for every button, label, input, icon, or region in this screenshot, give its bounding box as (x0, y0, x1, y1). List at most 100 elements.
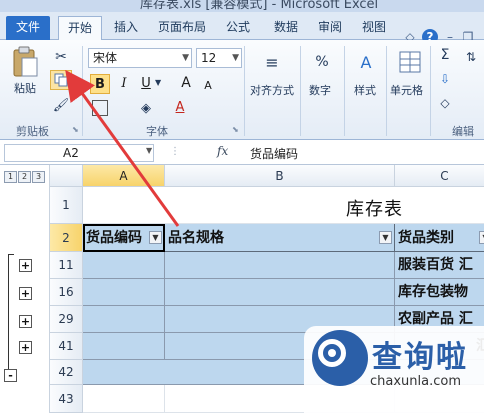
outline-bracket (8, 254, 14, 255)
editing-group-label: 编辑 (452, 125, 474, 138)
header-text: 品名规格 (168, 229, 224, 246)
tab-view[interactable]: 视图 (356, 16, 392, 40)
header-cell-product-name[interactable]: 品名规格 ▼ (165, 224, 395, 252)
table-cell[interactable] (165, 252, 395, 279)
row-header[interactable]: 11 (50, 252, 83, 279)
row-header[interactable]: 29 (50, 306, 83, 333)
table-cell[interactable] (83, 306, 165, 333)
chevron-down-icon[interactable]: ▼ (155, 78, 161, 87)
font-name-select[interactable]: 宋体 ▼ (88, 48, 192, 68)
font-color-button[interactable]: A (170, 98, 190, 118)
tab-formulas[interactable]: 公式 (220, 16, 256, 40)
paste-icon[interactable] (10, 46, 40, 78)
group-divider (344, 46, 345, 136)
watermark-url: chaxunla.com (370, 374, 461, 389)
copy-icon[interactable] (50, 70, 72, 90)
cells-label[interactable]: 单元格 (390, 82, 423, 98)
table-cell[interactable] (83, 385, 165, 413)
watermark-logo: 查询啦 chaxunla.com (304, 326, 484, 413)
header-cell-product-code[interactable]: 货品编码 ▼ (83, 224, 165, 252)
table-cell[interactable]: 库存包装物 (395, 279, 484, 306)
group-divider (82, 46, 83, 136)
outline-level-2-button[interactable]: 2 (18, 171, 31, 183)
tab-page-layout[interactable]: 页面布局 (150, 16, 214, 40)
format-painter-icon[interactable]: 🖌 (52, 96, 70, 114)
filter-dropdown-icon[interactable]: ▼ (149, 230, 162, 244)
paste-label[interactable]: 粘贴 (14, 80, 36, 96)
fill-down-icon[interactable]: ⇩ (436, 70, 454, 88)
styles-icon[interactable]: A (352, 48, 380, 76)
expand-group-button[interactable]: + (19, 287, 32, 300)
ribbon-tabs: 文件 开始 插入 页面布局 公式 数据 审阅 视图 ◇ ? – ❐ (0, 12, 484, 45)
shrink-font-button[interactable]: A (198, 76, 218, 96)
grow-font-button[interactable]: A (176, 74, 196, 94)
expand-group-button[interactable]: + (19, 341, 32, 354)
row-header[interactable]: 43 (50, 385, 83, 413)
font-launcher-icon[interactable]: ⬊ (232, 125, 239, 134)
row-header[interactable]: 1 (50, 187, 83, 224)
row-header[interactable]: 16 (50, 279, 83, 306)
expand-group-button[interactable]: + (19, 259, 32, 272)
magnifier-dot (328, 349, 336, 357)
table-cell[interactable]: 服装百货 汇 (395, 252, 484, 279)
table-cell[interactable] (83, 252, 165, 279)
title-bar: 库存表.xls [兼容模式] - Microsoft Excel (0, 0, 484, 12)
row-header[interactable]: 42 (50, 360, 83, 385)
cells-icon[interactable] (396, 48, 424, 76)
font-size-select[interactable]: 12 ▼ (196, 48, 242, 68)
expand-group-button[interactable]: + (19, 315, 32, 328)
table-cell[interactable] (83, 279, 165, 306)
table-cell[interactable] (165, 279, 395, 306)
filter-dropdown-icon[interactable]: ▼ (479, 230, 484, 244)
outline-pane: 1 2 3 + + + + - (0, 165, 50, 413)
bold-button[interactable]: B (90, 74, 110, 94)
number-label[interactable]: 数字 (309, 82, 331, 98)
outline-level-1-button[interactable]: 1 (4, 171, 17, 183)
percent-icon[interactable]: % (308, 48, 336, 76)
tab-home[interactable]: 开始 (58, 16, 102, 41)
row-header[interactable]: 2 (50, 224, 83, 252)
chevron-down-icon: ▼ (232, 53, 239, 63)
styles-label[interactable]: 样式 (354, 82, 376, 98)
table-row[interactable] (83, 187, 484, 224)
underline-button[interactable]: U (136, 74, 156, 94)
clipboard-launcher-icon[interactable]: ⬊ (72, 125, 79, 134)
group-divider (300, 46, 301, 136)
collapse-group-button[interactable]: - (4, 369, 17, 382)
tab-review[interactable]: 审阅 (312, 16, 348, 40)
tab-file[interactable]: 文件 (6, 16, 50, 40)
header-cell-category[interactable]: 货品类别 ▼ (395, 224, 484, 252)
column-header-c[interactable]: C (395, 165, 484, 187)
formula-input[interactable]: 货品编码 (250, 145, 298, 162)
name-box[interactable]: A2 (4, 144, 154, 162)
ribbon-home: 粘贴 ✂ 🖌 剪贴板 ⬊ 宋体 ▼ 12 ▼ B I U ▼ A A ◈ A 字… (0, 40, 484, 140)
clear-icon[interactable]: ◇ (436, 94, 454, 112)
select-all-corner[interactable] (50, 165, 83, 187)
italic-button[interactable]: I (114, 74, 134, 94)
align-center-icon[interactable]: ≡ (258, 48, 286, 76)
row-header[interactable]: 41 (50, 333, 83, 360)
header-text: 货品编码 (86, 229, 142, 246)
fill-color-icon[interactable]: ◈ (136, 98, 156, 118)
filter-dropdown-icon[interactable]: ▼ (379, 230, 392, 244)
splitter-dots[interactable]: ⋮ (170, 146, 180, 157)
group-divider (430, 46, 431, 136)
alignment-label[interactable]: 对齐方式 (250, 82, 294, 98)
outline-bracket (8, 254, 9, 372)
tab-insert[interactable]: 插入 (108, 16, 144, 40)
outline-level-3-button[interactable]: 3 (32, 171, 45, 183)
tab-data[interactable]: 数据 (268, 16, 304, 40)
watermark-text: 查询啦 (372, 340, 468, 375)
sort-filter-icon[interactable]: ⇅ (462, 48, 480, 66)
column-header-b[interactable]: B (165, 165, 395, 187)
chevron-down-icon[interactable]: ▼ (146, 146, 152, 155)
borders-icon[interactable] (92, 100, 108, 116)
header-text: 货品类别 (398, 229, 454, 246)
cut-icon[interactable]: ✂ (52, 48, 70, 66)
insert-function-button[interactable]: fx (217, 144, 228, 158)
autosum-icon[interactable]: Σ (436, 46, 454, 64)
column-header-a[interactable]: A (83, 165, 165, 187)
table-cell[interactable] (83, 333, 165, 360)
group-divider (386, 46, 387, 136)
chevron-down-icon: ▼ (182, 53, 189, 63)
